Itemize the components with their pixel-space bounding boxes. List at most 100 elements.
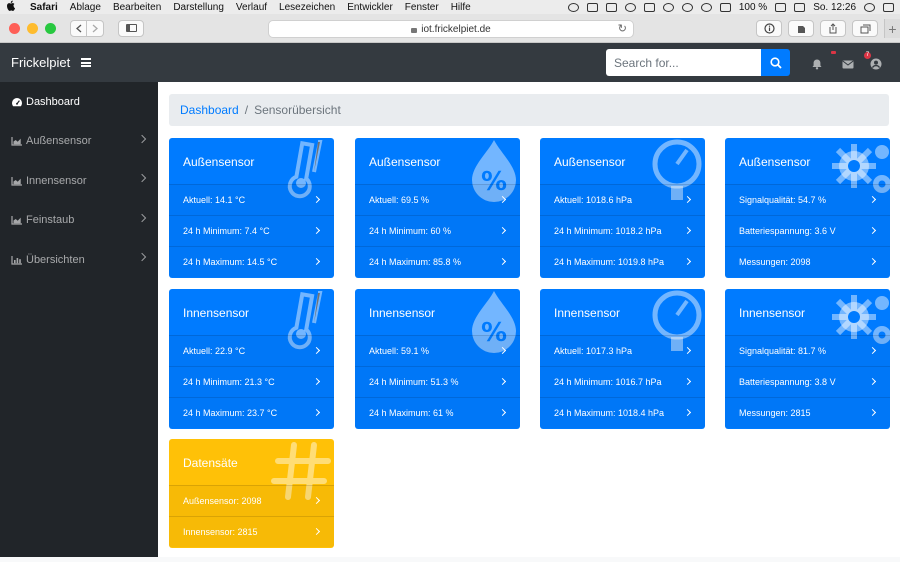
menu-bearbeiten[interactable]: Bearbeiten xyxy=(113,2,161,13)
card-detail-link[interactable]: Innensensor: 2815 xyxy=(169,516,334,547)
card-detail-link[interactable]: 24 h Minimum: 51.3 % xyxy=(355,366,520,397)
card-detail-text: Aktuell: 14.1 °C xyxy=(183,195,246,205)
card-detail-link[interactable]: 24 h Maximum: 85.8 % xyxy=(355,246,520,277)
menu-ablage[interactable]: Ablage xyxy=(70,2,101,13)
tab-overview-button[interactable] xyxy=(852,20,878,37)
notification-center-icon[interactable] xyxy=(883,2,894,12)
status-info-icon[interactable] xyxy=(567,2,579,12)
card-title: Außensensor xyxy=(739,155,811,169)
menu-app-name[interactable]: Safari xyxy=(30,2,58,13)
menu-hilfe[interactable]: Hilfe xyxy=(451,2,471,13)
search-button[interactable] xyxy=(761,49,790,76)
sidebar-item-aussensensor[interactable]: Außensensor xyxy=(0,122,158,162)
card-detail-link[interactable]: Signalqualität: 81.7 % xyxy=(725,335,890,366)
volume-icon[interactable] xyxy=(719,2,731,12)
card-detail-link[interactable]: Batteriespannung: 3.6 V xyxy=(725,215,890,246)
card-detail-link[interactable]: Signalqualität: 54.7 % xyxy=(725,184,890,215)
card-detail-link[interactable]: Aktuell: 69.5 % xyxy=(355,184,520,215)
wifi-icon[interactable] xyxy=(700,2,712,12)
card-header: Außensensor xyxy=(725,138,890,193)
show-sidebar-button[interactable] xyxy=(118,19,144,37)
card-detail-link[interactable]: 24 h Maximum: 14.5 °C xyxy=(169,246,334,277)
card-detail-text: Signalqualität: 81.7 % xyxy=(739,346,827,356)
menu-darstellung[interactable]: Darstellung xyxy=(173,2,224,13)
sidebar-item-innensensor[interactable]: Innensensor xyxy=(0,161,158,201)
extension-button[interactable] xyxy=(788,20,814,37)
card-detail-text: 24 h Minimum: 21.3 °C xyxy=(183,377,275,387)
cloud-icon[interactable] xyxy=(662,2,674,12)
card-detail-link[interactable]: Aktuell: 22.9 °C xyxy=(169,335,334,366)
brand-logo[interactable]: Frickelpiet xyxy=(11,55,70,70)
card-detail-link[interactable]: 24 h Minimum: 7.4 °C xyxy=(169,215,334,246)
share-button[interactable] xyxy=(820,20,846,37)
alerts-button[interactable] xyxy=(811,51,836,70)
card-header: Außensensor% xyxy=(355,138,520,202)
apple-menu-icon[interactable] xyxy=(6,0,20,14)
card-detail-text: 24 h Minimum: 1018.2 hPa xyxy=(554,226,662,236)
card-detail-link[interactable]: Aktuell: 14.1 °C xyxy=(169,184,334,215)
tabs-icon xyxy=(860,24,870,33)
user-menu-button[interactable] xyxy=(870,57,882,70)
card-detail-link[interactable]: 24 h Minimum: 21.3 °C xyxy=(169,366,334,397)
card-detail-text: 24 h Maximum: 1019.8 hPa xyxy=(554,257,665,267)
card-detail-text: 24 h Minimum: 51.3 % xyxy=(369,377,459,387)
spotlight-search-icon[interactable] xyxy=(864,2,875,12)
search-input[interactable] xyxy=(606,49,761,76)
chevron-left-icon xyxy=(75,24,81,32)
activity-icon[interactable] xyxy=(794,2,806,12)
new-tab-button[interactable]: + xyxy=(884,19,900,38)
menu-verlauf[interactable]: Verlauf xyxy=(236,2,267,13)
card-detail-link[interactable]: Batteriespannung: 3.8 V xyxy=(725,366,890,397)
bar-chart-icon xyxy=(11,255,23,265)
card-detail-link[interactable]: Außensensor: 2098 xyxy=(169,485,334,516)
battery-icon[interactable] xyxy=(775,2,787,12)
card-detail-link[interactable]: 24 h Minimum: 1016.7 hPa xyxy=(540,366,705,397)
card-detail-link[interactable]: 24 h Maximum: 61 % xyxy=(355,397,520,428)
reader-info-button[interactable] xyxy=(756,20,782,37)
window-zoom-button[interactable] xyxy=(45,22,56,34)
status-app-icon[interactable] xyxy=(586,2,598,12)
window-minimize-button[interactable] xyxy=(27,22,38,34)
chevron-right-icon xyxy=(868,408,877,417)
breadcrumb-link-dashboard[interactable]: Dashboard xyxy=(180,103,239,117)
back-button[interactable] xyxy=(70,19,87,37)
card-detail-link[interactable]: 24 h Maximum: 1019.8 hPa xyxy=(540,246,705,277)
user-circle-icon xyxy=(870,58,882,70)
card-detail-link[interactable]: 24 h Minimum: 1018.2 hPa xyxy=(540,215,705,246)
menu-fenster[interactable]: Fenster xyxy=(405,2,439,13)
sidebar-item-dashboard[interactable]: Dashboard xyxy=(0,82,158,122)
reload-icon[interactable]: ↻ xyxy=(618,22,627,35)
chevron-right-icon xyxy=(868,195,877,204)
card-detail-link[interactable]: 24 h Maximum: 23.7 °C xyxy=(169,397,334,428)
time-machine-icon[interactable] xyxy=(681,2,693,12)
card-title: Außensensor xyxy=(183,155,255,169)
card-detail-link[interactable]: Messungen: 2815 xyxy=(725,397,890,428)
menu-entwickler[interactable]: Entwickler xyxy=(347,2,393,13)
card-detail-link[interactable]: Aktuell: 1017.3 hPa xyxy=(540,335,705,366)
card-detail-text: 24 h Maximum: 61 % xyxy=(369,408,454,418)
dropbox-icon[interactable] xyxy=(643,2,655,12)
address-bar[interactable]: iot.frickelpiet.de ↻ xyxy=(268,20,634,38)
menubar-clock[interactable]: So. 12:26 xyxy=(813,2,856,13)
sidebar-item-feinstaub[interactable]: Feinstaub xyxy=(0,201,158,241)
sidebar-item-uebersichten[interactable]: Übersichten xyxy=(0,240,158,280)
menu-lesezeichen[interactable]: Lesezeichen xyxy=(279,2,335,13)
window-close-button[interactable] xyxy=(9,22,20,34)
card-detail-text: Aktuell: 1017.3 hPa xyxy=(554,346,633,356)
card-detail-link[interactable]: Aktuell: 59.1 % xyxy=(355,335,520,366)
card-detail-link[interactable]: 24 h Minimum: 60 % xyxy=(355,215,520,246)
status-evernote-icon[interactable] xyxy=(624,2,636,12)
forward-button[interactable] xyxy=(87,19,104,37)
menu-toggle-icon[interactable] xyxy=(81,58,92,67)
messages-button[interactable]: 7 xyxy=(842,52,871,69)
chevron-right-icon xyxy=(312,257,321,266)
card-header: Datensäte xyxy=(169,439,334,500)
alerts-badge xyxy=(831,51,836,54)
card-detail-link[interactable]: Aktuell: 1018.6 hPa xyxy=(540,184,705,215)
status-museum-icon[interactable] xyxy=(605,2,617,12)
card-detail-link[interactable]: 24 h Maximum: 1018.4 hPa xyxy=(540,397,705,428)
page-bottom-edge xyxy=(0,557,900,562)
card-detail-link[interactable]: Messungen: 2098 xyxy=(725,246,890,277)
sidebar-item-label: Innensensor xyxy=(26,174,87,187)
sensor-card: Außensensor Aktuell: 14.1 °C 24 h Minimum:… xyxy=(169,138,334,278)
